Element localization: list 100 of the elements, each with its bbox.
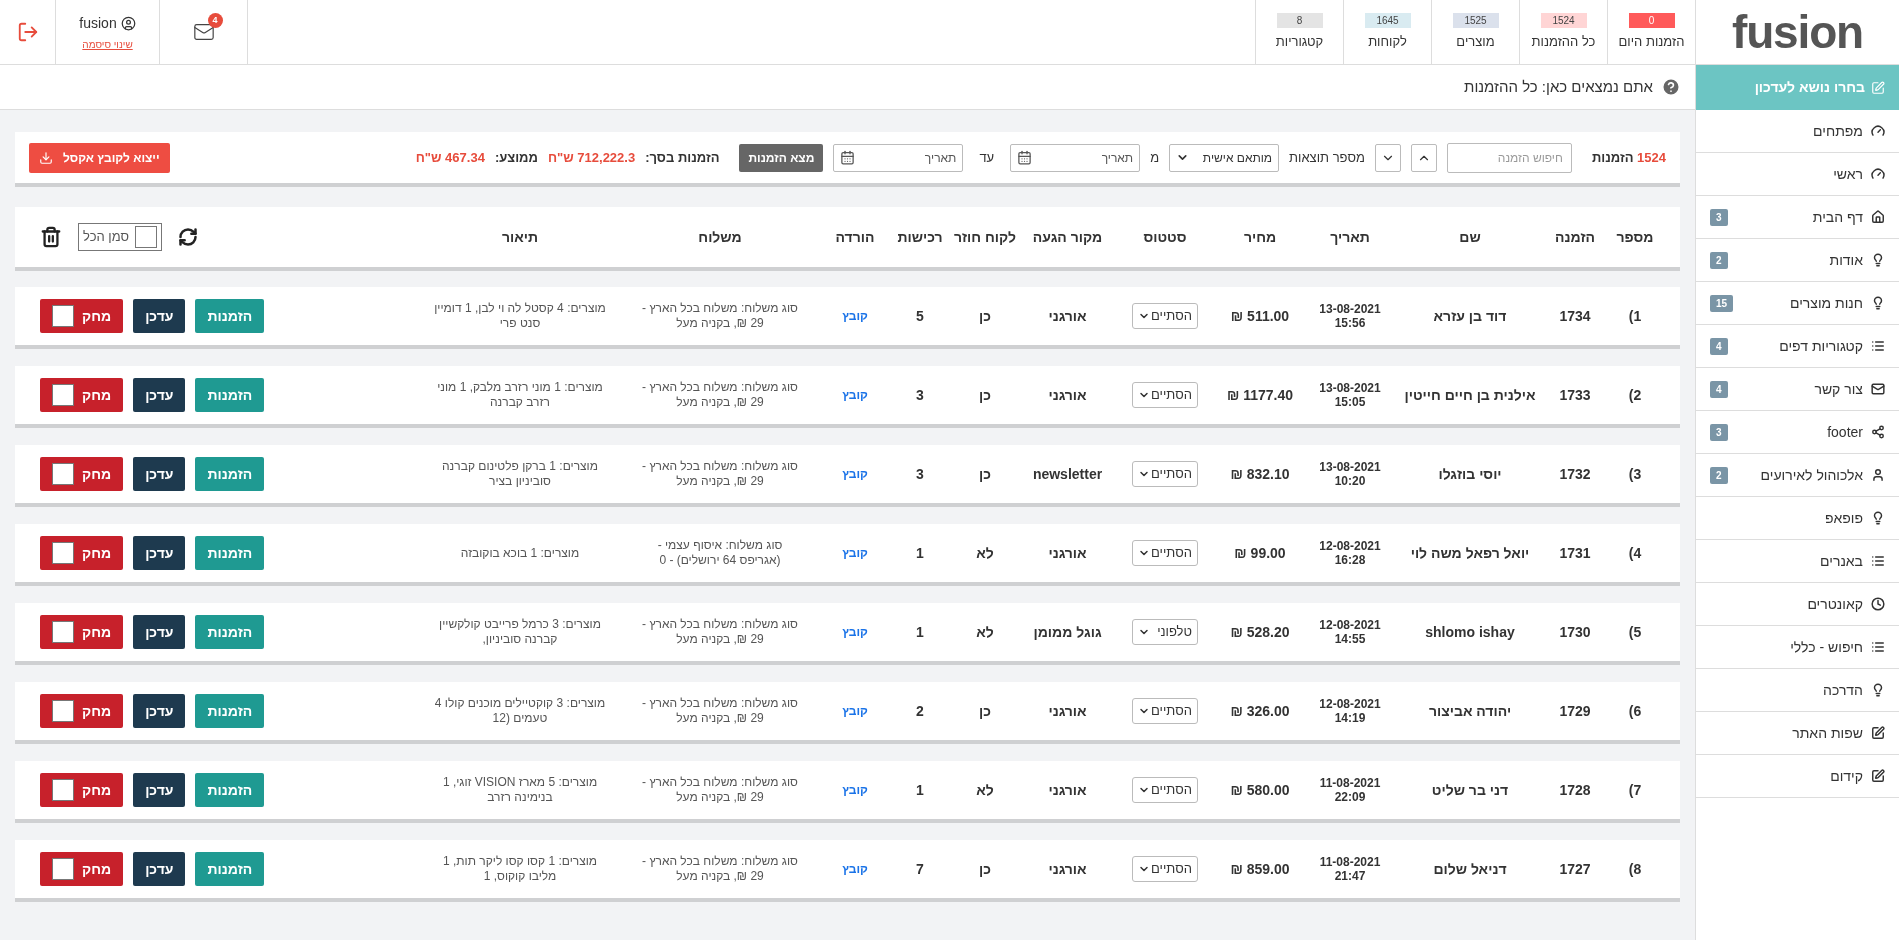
checkbox[interactable] bbox=[52, 384, 74, 406]
table-cell-text: 1733 bbox=[1559, 385, 1591, 405]
table-cell-text: אורגני bbox=[1048, 859, 1087, 879]
sidebar-item[interactable]: פופאפ bbox=[1824, 507, 1885, 529]
stat-count: 1525 bbox=[1452, 12, 1499, 28]
envelope-icon bbox=[1871, 382, 1885, 396]
file-link[interactable]: קובץ bbox=[842, 465, 868, 483]
average-label: ממוצע: bbox=[494, 148, 538, 167]
from-date-field[interactable]: תאריך bbox=[1010, 143, 1141, 172]
select-all-control[interactable]: סמן הכל bbox=[78, 223, 162, 251]
find-orders-button[interactable]: מצא הזמנות bbox=[739, 143, 824, 172]
checkbox[interactable] bbox=[52, 305, 74, 327]
sidebar-item[interactable]: קאונטרים bbox=[1807, 593, 1885, 615]
column-header: שם bbox=[1459, 227, 1481, 247]
item-count: 2 bbox=[1710, 466, 1728, 484]
table-cell-text: דני בר שליט bbox=[1431, 780, 1509, 800]
delete-button[interactable]: מחק bbox=[40, 299, 124, 333]
column-header: מחיר bbox=[1243, 227, 1277, 247]
order-date: 13-08-2021 15:56 bbox=[1319, 302, 1381, 330]
sidebar-item[interactable]: באנרים bbox=[1820, 550, 1885, 572]
delete-button[interactable]: מחק bbox=[40, 852, 124, 886]
table-cell-text: 1732 bbox=[1559, 464, 1591, 484]
column-header: תיאור bbox=[501, 227, 539, 247]
sidebar-item[interactable]: מפתחים bbox=[1813, 120, 1885, 142]
table-cell-text: 3) bbox=[1628, 464, 1642, 484]
checkbox[interactable] bbox=[52, 700, 74, 722]
sidebar-item[interactable]: דף הבית bbox=[1812, 206, 1885, 228]
sidebar-item[interactable]: ראשי bbox=[1833, 163, 1885, 185]
status-dropdown[interactable]: הסתיים bbox=[1132, 540, 1198, 566]
order-date: 13-08-2021 10:20 bbox=[1319, 460, 1381, 488]
status-dropdown[interactable]: הסתיים bbox=[1132, 303, 1198, 329]
update-button[interactable]: עדכן bbox=[133, 299, 186, 333]
update-button[interactable]: עדכן bbox=[133, 615, 186, 649]
table-cell-text: 8) bbox=[1628, 859, 1642, 879]
to-date-field[interactable]: תאריך bbox=[833, 143, 964, 172]
delete-button[interactable]: מחק bbox=[40, 615, 124, 649]
delete-button[interactable]: מחק bbox=[40, 773, 124, 807]
file-link[interactable]: קובץ bbox=[842, 702, 868, 720]
table-cell-text: גוגל ממומן bbox=[1033, 622, 1102, 642]
delete-button[interactable]: מחק bbox=[40, 536, 124, 570]
sidebar-item[interactable]: footer bbox=[1827, 421, 1885, 443]
results-label: מספר תוצאות bbox=[1289, 148, 1365, 167]
search-field[interactable]: חיפוש הזמנה bbox=[1446, 142, 1572, 173]
update-button[interactable]: עדכן bbox=[133, 536, 186, 570]
logo[interactable]: fusion bbox=[1695, 0, 1899, 64]
sidebar-item[interactable]: חיפוש - כללי bbox=[1790, 636, 1885, 658]
table-cell-text: 1730 bbox=[1559, 622, 1591, 642]
shipping-text: סוג משלוח: איסוף עצמי - (אגריפס 64 ירושלים) - 0 bbox=[656, 538, 784, 568]
sidebar-item[interactable]: צור קשר bbox=[1814, 378, 1885, 400]
file-link[interactable]: קובץ bbox=[842, 781, 868, 799]
status-dropdown[interactable]: טלפוני bbox=[1132, 619, 1198, 645]
help-icon[interactable] bbox=[1661, 77, 1681, 97]
sidebar-item[interactable]: הדרכה bbox=[1823, 679, 1885, 701]
table-cell-text: 1 bbox=[916, 543, 924, 563]
export-button[interactable]: ייצוא לקובץ אקסל bbox=[29, 142, 170, 173]
file-link[interactable]: קובץ bbox=[842, 307, 868, 325]
status-dropdown[interactable]: הסתיים bbox=[1132, 777, 1198, 803]
status-dropdown[interactable]: הסתיים bbox=[1132, 856, 1198, 882]
sidebar-item[interactable]: חנות מוצרים bbox=[1789, 292, 1885, 314]
calendar-icon bbox=[840, 150, 856, 165]
sidebar-item[interactable]: אלכוהול לאירועים bbox=[1760, 464, 1885, 486]
checkbox[interactable] bbox=[52, 542, 74, 564]
sidebar-item[interactable]: קידום bbox=[1830, 765, 1885, 787]
update-button[interactable]: עדכן bbox=[133, 457, 186, 491]
file-link[interactable]: קובץ bbox=[842, 860, 868, 878]
update-button[interactable]: עדכן bbox=[133, 773, 186, 807]
change-password-link[interactable]: שינוי סיסמה bbox=[82, 36, 133, 52]
table-cell-text: כן bbox=[979, 701, 991, 721]
logout-icon[interactable] bbox=[16, 21, 39, 43]
refresh-icon[interactable] bbox=[178, 227, 198, 247]
update-button[interactable]: עדכן bbox=[133, 378, 186, 412]
checkbox[interactable] bbox=[135, 226, 157, 248]
delete-button[interactable]: מחק bbox=[40, 457, 124, 491]
file-link[interactable]: קובץ bbox=[842, 544, 868, 562]
file-link[interactable]: קובץ bbox=[842, 623, 868, 641]
column-header: הזמנה bbox=[1555, 227, 1595, 247]
delete-button[interactable]: מחק bbox=[40, 378, 124, 412]
checkbox[interactable] bbox=[52, 779, 74, 801]
update-button[interactable]: עדכן bbox=[133, 694, 186, 728]
envelope-icon[interactable] bbox=[192, 21, 215, 43]
results-dropdown[interactable]: מותאם אישית bbox=[1169, 143, 1280, 172]
sidebar-item[interactable]: אודות bbox=[1829, 249, 1885, 271]
file-link[interactable]: קובץ bbox=[842, 386, 868, 404]
sidebar-item[interactable]: שפות האתר bbox=[1792, 722, 1885, 744]
status-dropdown[interactable]: הסתיים bbox=[1132, 382, 1198, 408]
shipping-text: סוג משלוח: משלוח בכל הארץ - 29 ₪, בקניה מעל bbox=[641, 301, 799, 331]
checkbox[interactable] bbox=[52, 463, 74, 485]
checkbox[interactable] bbox=[52, 858, 74, 880]
table-cell-text: אורגני bbox=[1048, 780, 1087, 800]
status-dropdown[interactable]: הסתיים bbox=[1132, 698, 1198, 724]
sidebar-item[interactable]: קטגוריות דפים bbox=[1779, 335, 1885, 357]
table-cell-text: 3 bbox=[916, 385, 924, 405]
status-dropdown[interactable]: הסתיים bbox=[1132, 461, 1198, 487]
delete-button[interactable]: מחק bbox=[40, 694, 124, 728]
trash-icon[interactable] bbox=[40, 226, 62, 248]
breadcrumb: אתם נמצאים כאן: כל ההזמנות bbox=[1464, 76, 1653, 97]
table-cell-text: 1) bbox=[1628, 306, 1642, 326]
update-button[interactable]: עדכן bbox=[133, 852, 186, 886]
checkbox[interactable] bbox=[52, 621, 74, 643]
total-value: 712,222.3 ש"ח bbox=[547, 148, 636, 167]
